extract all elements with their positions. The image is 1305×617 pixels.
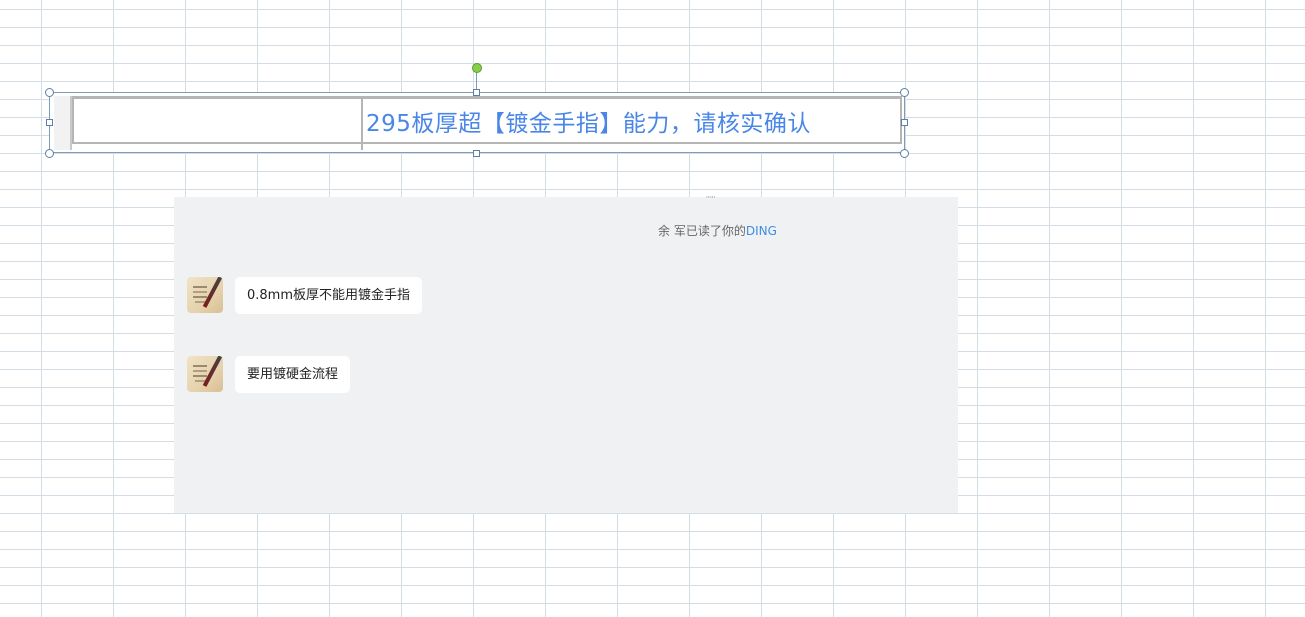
resize-handle-bottom-left[interactable]	[45, 149, 54, 158]
cropped-text-mark: '''''	[706, 195, 716, 203]
resize-handle-top-left[interactable]	[45, 88, 54, 97]
rotate-handle[interactable]	[472, 63, 482, 73]
resize-handle-top-right[interactable]	[900, 88, 909, 97]
read-receipt-text: 余 军已读了你的	[658, 224, 746, 238]
embedded-object[interactable]: 295板厚超【镀金手指】能力，请核实确认	[49, 92, 905, 153]
message-bubble[interactable]: 要用镀硬金流程	[235, 356, 351, 393]
ding-link[interactable]: DING	[746, 224, 777, 238]
resize-handle-right[interactable]	[901, 119, 908, 126]
resize-handle-left[interactable]	[46, 119, 53, 126]
avatar[interactable]	[187, 277, 223, 313]
object-title-text: 295板厚超【镀金手指】能力，请核实确认	[366, 111, 811, 137]
resize-handle-bottom-right[interactable]	[900, 149, 909, 158]
avatar[interactable]	[187, 356, 223, 392]
message-bubble[interactable]: 0.8mm板厚不能用镀金手指	[235, 277, 423, 314]
resize-handle-bottom[interactable]	[473, 150, 480, 157]
read-receipt-status: 余 军已读了你的DING	[658, 222, 777, 239]
object-row-header	[54, 96, 72, 150]
object-column-divider	[361, 96, 363, 150]
resize-handle-top[interactable]	[473, 89, 480, 96]
chat-panel: ''''' 余 军已读了你的DING 0.8mm板厚不能用镀金手指 要用镀硬金流…	[174, 195, 958, 513]
